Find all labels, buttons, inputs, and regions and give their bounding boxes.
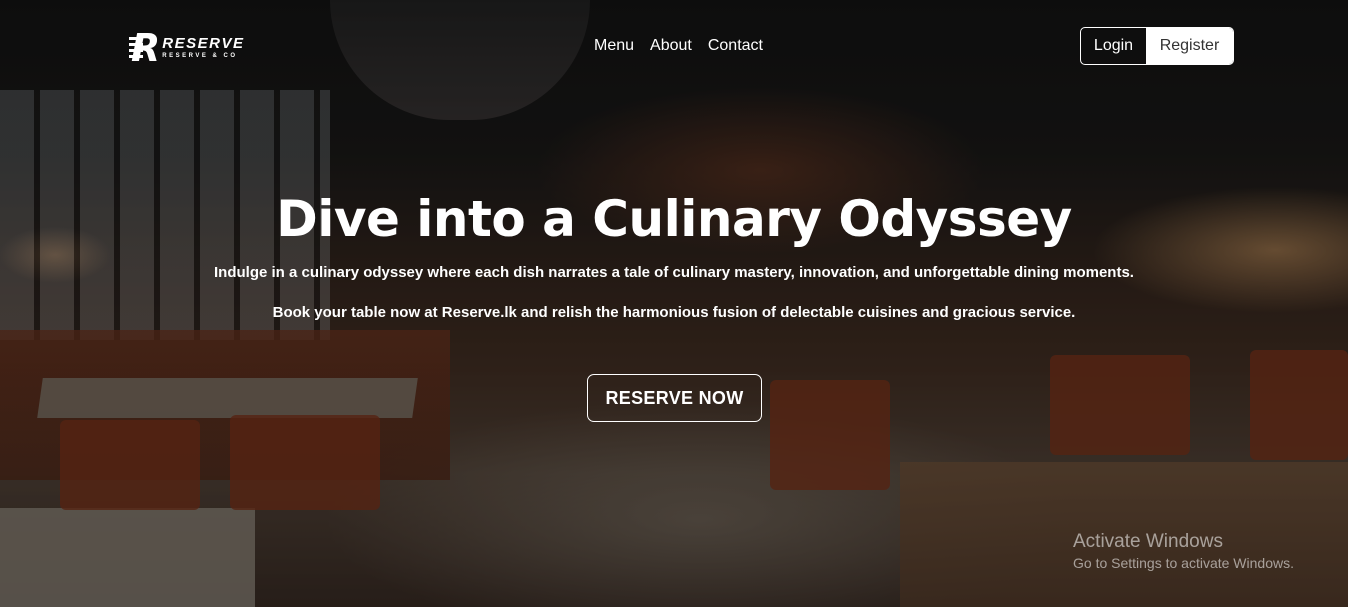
main-nav: Menu About Contact: [594, 37, 763, 55]
auth-buttons: Login Register: [1080, 27, 1234, 65]
logo-text: RESERVE RESERVE & CO: [162, 36, 244, 60]
brand-logo[interactable]: R RESERVE RESERVE & CO: [128, 26, 261, 70]
logo-subtitle: RESERVE & CO: [162, 53, 238, 59]
hero-description: Indulge in a culinary odyssey where each…: [214, 264, 1134, 281]
register-button[interactable]: Register: [1146, 28, 1233, 64]
hero-title: Dive into a Culinary Odyssey: [276, 190, 1072, 248]
reserve-now-button[interactable]: RESERVE NOW: [587, 374, 762, 422]
nav-menu[interactable]: Menu: [594, 37, 634, 55]
watermark-title: Activate Windows: [1073, 531, 1223, 552]
hero-booking-text: Book your table now at Reserve.lk and re…: [272, 304, 1076, 321]
windows-activation-watermark: Activate Windows Go to Settings to activ…: [1073, 531, 1294, 573]
logo-title: RESERVE: [162, 35, 245, 52]
logo-mark: R: [128, 26, 161, 70]
nav-about[interactable]: About: [650, 37, 692, 55]
nav-contact[interactable]: Contact: [708, 37, 763, 55]
login-button[interactable]: Login: [1081, 28, 1146, 64]
watermark-subtitle: Go to Settings to activate Windows.: [1073, 555, 1294, 571]
